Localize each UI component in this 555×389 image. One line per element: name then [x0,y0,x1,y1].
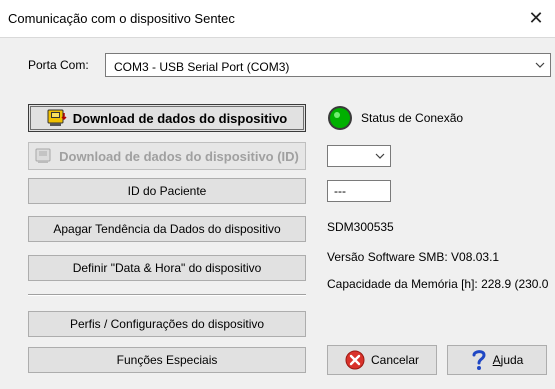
special-functions-label: Funções Especiais [116,353,218,367]
download-data-id-button[interactable]: Download de dados do dispositivo (ID) [28,142,306,170]
help-label: Ajuda [492,353,524,367]
profiles-label: Perfis / Configurações do dispositivo [69,317,265,331]
device-serial: SDM300535 [327,220,394,234]
chevron-down-icon [375,153,385,159]
window-title: Comunicação com o dispositivo Sentec [8,11,235,26]
help-button[interactable]: Ajuda [447,345,547,375]
separator [28,294,306,296]
download-data-button[interactable]: Download de dados do dispositivo [28,104,306,132]
set-datetime-button[interactable]: Definir "Data & Hora" do dispositivo [28,255,306,281]
patient-id-button[interactable]: ID do Paciente [28,178,306,204]
status-led-icon [328,106,352,130]
special-functions-button[interactable]: Funções Especiais [28,347,306,373]
port-select[interactable]: COM3 - USB Serial Port (COM3) [105,53,551,77]
port-select-value: COM3 - USB Serial Port (COM3) [114,60,290,74]
patient-id-value: --- [334,184,346,198]
close-icon[interactable]: ✕ [523,6,549,30]
chevron-down-icon [535,62,545,68]
download-data-label: Download de dados do dispositivo [72,110,288,126]
download-data-id-label: Download de dados do dispositivo (ID) [59,148,299,164]
cancel-x-icon [345,350,365,370]
cancel-button[interactable]: Cancelar [327,345,437,375]
patient-id-field[interactable]: --- [327,180,391,202]
patient-id-label: ID do Paciente [127,184,207,198]
profiles-button[interactable]: Perfis / Configurações do dispositivo [28,311,306,337]
device-download-icon [47,109,67,126]
cancel-label: Cancelar [370,353,420,367]
port-label: Porta Com: [28,58,89,72]
erase-trend-button[interactable]: Apagar Tendência da Dados do dispositivo [28,216,306,242]
question-mark-icon [472,350,486,370]
status-label: Status de Conexão [361,111,464,125]
memory-capacity: Capacidade da Memória [h]: 228.9 (230.0 [327,277,549,291]
software-version: Versão Software SMB: V08.03.1 [327,250,500,264]
id-select[interactable] [327,145,391,167]
device-download-id-icon [35,148,51,163]
set-datetime-label: Definir "Data & Hora" do dispositivo [72,261,262,275]
erase-trend-label: Apagar Tendência da Dados do dispositivo [53,222,281,236]
